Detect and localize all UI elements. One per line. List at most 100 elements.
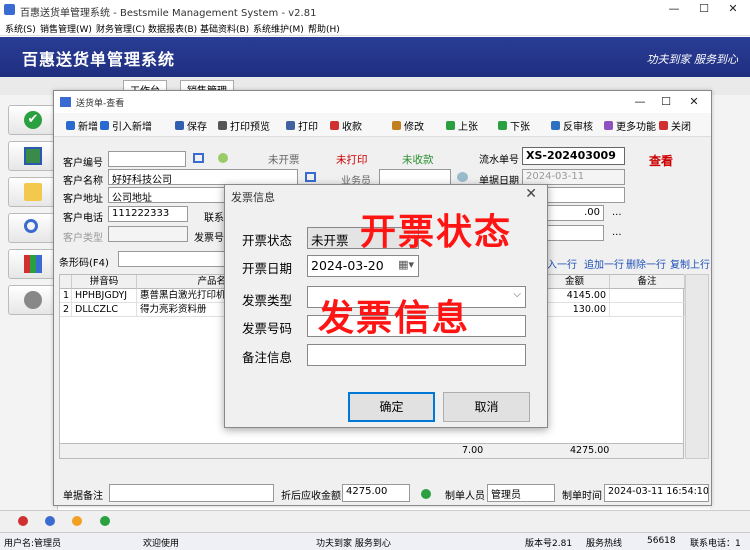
serial-label: 流水单号 [479, 155, 519, 166]
discount-input[interactable]: 4275.00 [342, 484, 410, 502]
toolbar-icon-1 [100, 121, 109, 130]
toolbar-icon-2 [175, 121, 184, 130]
side-folder-button[interactable] [8, 177, 56, 207]
status-slogan: 功夫到家 服务到心 [316, 539, 391, 549]
toolbar-label-0: 新增 [78, 122, 98, 133]
remark-label: 单据备注 [63, 491, 103, 502]
app-titlebar: 百惠送货单管理系统 - Bestsmile Management System … [0, 0, 750, 20]
window-close-icon[interactable]: ✕ [683, 95, 705, 108]
discount-ok-icon[interactable] [421, 489, 431, 499]
menu-system[interactable]: 系统(S) [5, 22, 36, 35]
right-ellipsis-1[interactable]: ... [612, 207, 622, 218]
cust-type-label: 客户类型 [63, 233, 103, 244]
row2-remark[interactable] [610, 303, 685, 317]
invoice-date-label: 开票日期 [242, 261, 293, 276]
toolbar-label-5: 收款 [342, 122, 362, 133]
search-icon [24, 219, 38, 233]
remark-input[interactable] [109, 484, 274, 502]
toolbar-label-9: 反审核 [563, 122, 593, 133]
window-minimize-icon[interactable]: — [629, 95, 651, 108]
menu-finance[interactable]: 财务管理(C) [96, 22, 145, 35]
menu-sales[interactable]: 销售管理(W) [40, 22, 92, 35]
bottom-icon-3[interactable] [72, 516, 82, 526]
delete-row-button[interactable]: 删除一行 [626, 256, 666, 271]
bottom-icon-2[interactable] [45, 516, 55, 526]
invoice-date-value: 2024-03-20 [311, 258, 384, 273]
bottom-bar [0, 510, 750, 532]
barcode-input[interactable] [118, 251, 228, 267]
grid-header-remark: 备注 [610, 275, 685, 289]
cust-name-label: 客户名称 [63, 176, 103, 187]
bottom-icon-4[interactable] [100, 516, 110, 526]
lookup-icon[interactable] [193, 153, 204, 163]
salesman-select[interactable] [379, 169, 451, 185]
payment-status: 未收款 [402, 154, 434, 166]
maker-label: 制单人员 [445, 491, 485, 502]
side-chart-button[interactable] [8, 249, 56, 279]
time-input[interactable]: 2024-03-11 16:54:10 [604, 484, 709, 502]
cust-tel-input[interactable]: 111222333 [108, 206, 188, 222]
grid-scrollbar[interactable] [685, 274, 709, 459]
bottom-icon-1[interactable] [18, 516, 28, 526]
cust-lookup-icon[interactable] [305, 172, 316, 182]
side-settings-button[interactable] [8, 285, 56, 315]
menu-base[interactable]: 基础资料(B) [200, 22, 249, 35]
invoice-status-value: 未开票 [311, 233, 349, 248]
side-windows-button[interactable] [8, 141, 56, 171]
invoice-remark-input[interactable] [307, 344, 526, 366]
cust-no-label: 客户编号 [63, 158, 103, 169]
side-check-button[interactable]: ✔ [8, 105, 56, 135]
status-welcome: 欢迎使用 [143, 539, 180, 549]
row2-code[interactable]: DLLCZLC [72, 303, 137, 317]
copy-row-button[interactable]: 复制上行 [670, 256, 710, 271]
menu-maintenance[interactable]: 系统维护(M) [253, 22, 304, 35]
serial-input[interactable]: XS-202403009 [522, 147, 625, 165]
row1-amount[interactable]: 4145.00 [540, 289, 610, 303]
toolbar-button-3[interactable]: 打印预览 [218, 118, 270, 133]
row1-remark[interactable] [610, 289, 685, 303]
close-icon[interactable]: ✕ [722, 2, 744, 15]
refresh-icon[interactable] [218, 153, 228, 163]
toolbar-button-1[interactable]: 引入新增 [100, 118, 152, 133]
append-row-button[interactable]: 追加一行 [584, 256, 624, 271]
ok-button[interactable]: 确定 [348, 392, 435, 422]
menu-reports[interactable]: 数据报表(B) [148, 22, 197, 35]
date-input[interactable]: 2024-03-11 [522, 169, 625, 185]
toolbar-button-9[interactable]: 反审核 [551, 118, 593, 133]
window-maximize-icon[interactable]: ☐ [655, 95, 677, 108]
insert-row-button[interactable]: 入一行 [547, 256, 577, 271]
row2-amount[interactable]: 130.00 [540, 303, 610, 317]
grid-total-amount: 4275.00 [570, 445, 610, 456]
row1-code[interactable]: HPHBJGDYJ [72, 289, 137, 303]
toolbar-label-8: 下张 [510, 122, 530, 133]
minimize-icon[interactable]: — [663, 2, 685, 15]
toolbar-button-8[interactable]: 下张 [498, 118, 530, 133]
dialog-close-icon[interactable]: ✕ [525, 186, 537, 202]
toolbar-button-5[interactable]: 收款 [330, 118, 362, 133]
toolbar-button-4[interactable]: 打印 [286, 118, 318, 133]
toolbar-button-2[interactable]: 保存 [175, 118, 207, 133]
banner: 百惠送货单管理系统 功夫到家 服务到心 [0, 37, 750, 77]
maximize-icon[interactable]: ☐ [693, 2, 715, 15]
cust-name-input[interactable]: 好好科技公司 [108, 169, 298, 185]
cust-addr-label: 客户地址 [63, 194, 103, 205]
menu-help[interactable]: 帮助(H) [308, 22, 340, 35]
toolbar-button-7[interactable]: 上张 [446, 118, 478, 133]
toolbar-button-6[interactable]: 修改 [392, 118, 424, 133]
cust-type-select[interactable] [108, 226, 188, 242]
barcode-label: 条形码(F4) [59, 258, 109, 269]
toolbar-button-11[interactable]: 关闭 [659, 118, 691, 133]
right-ellipsis-2[interactable]: ... [612, 227, 622, 238]
banner-title: 百惠送货单管理系统 [22, 50, 176, 69]
toolbar-button-10[interactable]: 更多功能 [604, 118, 656, 133]
cust-no-input[interactable] [108, 151, 186, 167]
toolbar-button-0[interactable]: 新增 [66, 118, 98, 133]
cancel-button[interactable]: 取消 [443, 392, 530, 422]
calendar-icon[interactable]: ▦▾ [398, 258, 414, 271]
grid-header-no [60, 275, 72, 289]
maker-input[interactable]: 管理员 [487, 484, 555, 502]
side-search-button[interactable] [8, 213, 56, 243]
salesman-icon[interactable] [457, 172, 468, 182]
invoice-date-input[interactable]: 2024-03-20 ▦▾ [307, 255, 419, 277]
grid-total-row: 7.00 4275.00 [60, 443, 683, 458]
